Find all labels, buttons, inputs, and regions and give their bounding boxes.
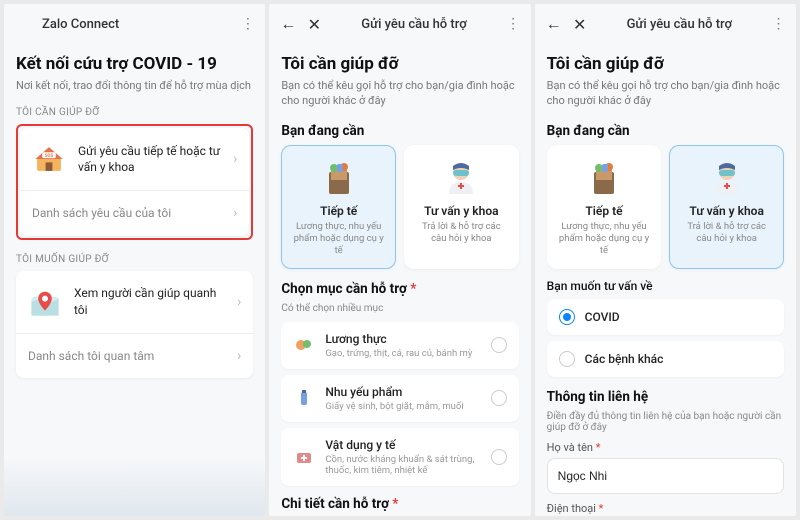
option-supply[interactable]: Tiếp tế Lương thực, nhu yếu phẩm hoặc dụ… — [281, 145, 396, 269]
food-icon — [293, 334, 315, 356]
item-desc: Gạo, trứng, thịt, cá, rau củ, bánh mỳ — [325, 348, 480, 359]
more-icon[interactable]: ⋮ — [239, 16, 255, 32]
page-subtitle: Nơi kết nối, trao đổi thông tin để hỗ tr… — [16, 78, 253, 93]
topbar: Zalo Connect ⋮ — [4, 4, 265, 44]
opt1-title: Tiếp tế — [554, 204, 655, 218]
radio-label: COVID — [585, 310, 772, 324]
my-requests-label: Danh sách yêu cầu của tôi — [32, 205, 221, 221]
option-medical[interactable]: Tư vấn y khoa Trả lời & hỗ trợ các câu h… — [669, 145, 784, 269]
checkbox[interactable] — [491, 337, 507, 353]
sub: Bạn có thể kêu gọi hỗ trợ cho bạn/gia đì… — [281, 78, 518, 109]
item-name: Nhu yếu phẩm — [325, 385, 480, 399]
bottle-icon — [293, 387, 315, 409]
more-icon[interactable]: ⋮ — [770, 16, 786, 32]
highlight-box: SOS Gửi yêu cầu tiếp tế hoặc tư vấn y kh… — [16, 124, 253, 239]
opt1-title: Tiếp tế — [288, 204, 389, 218]
chevron-right-icon: › — [233, 151, 237, 167]
item-name: Vật dụng y tế — [325, 438, 480, 452]
my-requests-row[interactable]: Danh sách yêu cầu của tôi › — [20, 190, 249, 235]
back-icon[interactable]: ← — [545, 15, 563, 33]
chevron-right-icon: › — [237, 294, 241, 310]
need-help-card: SOS Gửi yêu cầu tiếp tế hoặc tư vấn y kh… — [20, 128, 249, 235]
content: Kết nối cứu trợ COVID - 19 Nơi kết nối, … — [4, 44, 265, 516]
item-name: Lương thực — [325, 332, 480, 346]
app-title: Zalo Connect — [14, 17, 231, 32]
topbar: ← ✕ Gửi yêu cầu hỗ trợ ⋮ — [535, 4, 796, 44]
radio-icon[interactable] — [559, 351, 575, 367]
opt2-title: Tư vấn y khoa — [411, 204, 512, 218]
chevron-right-icon: › — [237, 348, 241, 364]
select-sub: Có thể chọn nhiều mục — [281, 303, 518, 314]
give-help-card: Xem người cần giúp quanh tôi › Danh sách… — [16, 271, 253, 378]
checkbox[interactable] — [491, 390, 507, 406]
checkbox[interactable] — [491, 449, 507, 465]
name-label: Họ và tên — [547, 441, 784, 454]
item-essentials[interactable]: Nhu yếu phẩm Giấy vệ sinh, bột giặt, mắm… — [281, 375, 518, 422]
contact-sub: Điền đầy đủ thông tin liên hệ của bạn ho… — [547, 411, 784, 433]
doctor-icon — [707, 158, 747, 198]
screen-title: Gửi yêu cầu hỗ trợ — [597, 17, 762, 32]
screen-request-supply: ← ✕ Gửi yêu cầu hỗ trợ ⋮ Tôi cần giúp đỡ… — [269, 4, 530, 516]
opt2-desc: Trả lời & hỗ trợ các câu hỏi y khoa — [676, 221, 777, 246]
needing-heading: Bạn đang cần — [281, 123, 518, 139]
opt2-desc: Trả lời & hỗ trợ các câu hỏi y khoa — [411, 221, 512, 246]
topbar: ← ✕ Gửi yêu cầu hỗ trợ ⋮ — [269, 4, 530, 44]
screen-zalo-connect: Zalo Connect ⋮ Kết nối cứu trợ COVID - 1… — [4, 4, 265, 516]
sos-house-icon: SOS — [32, 142, 66, 176]
needing-heading: Bạn đang cần — [547, 123, 784, 139]
contact-heading: Thông tin liên hệ — [547, 389, 784, 405]
name-input[interactable] — [547, 458, 784, 494]
svg-text:SOS: SOS — [45, 154, 54, 159]
send-request-row[interactable]: SOS Gửi yêu cầu tiếp tế hoặc tư vấn y kh… — [20, 128, 249, 190]
watchlist-row[interactable]: Danh sách tôi quan tâm › — [16, 333, 253, 378]
view-nearby-row[interactable]: Xem người cần giúp quanh tôi › — [16, 271, 253, 333]
doctor-icon — [441, 158, 481, 198]
close-icon[interactable]: ✕ — [571, 15, 589, 33]
item-medical-supplies[interactable]: Vật dụng y tế Cồn, nước kháng khuẩn & sá… — [281, 428, 518, 486]
phone-label: Điện thoại — [547, 502, 784, 515]
topic-heading: Bạn muốn tư vấn về — [547, 279, 784, 293]
content: Tôi cần giúp đỡ Bạn có thể kêu gọi hỗ tr… — [269, 44, 530, 516]
map-pin-icon — [28, 285, 62, 319]
opt2-title: Tư vấn y khoa — [676, 204, 777, 218]
screen-request-medical: ← ✕ Gửi yêu cầu hỗ trợ ⋮ Tôi cần giúp đỡ… — [535, 4, 796, 516]
close-icon[interactable]: ✕ — [305, 15, 323, 33]
option-supply[interactable]: Tiếp tế Lương thực, nhu yếu phẩm hoặc dụ… — [547, 145, 662, 269]
watchlist-label: Danh sách tôi quan tâm — [28, 348, 225, 364]
heading: Tôi cần giúp đỡ — [281, 54, 518, 74]
opt1-desc: Lương thực, nhu yếu phẩm hoặc dụng cụ y … — [288, 221, 389, 258]
option-cards: Tiếp tế Lương thực, nhu yếu phẩm hoặc dụ… — [281, 145, 518, 269]
chevron-right-icon: › — [233, 205, 237, 221]
radio-label: Các bệnh khác — [585, 352, 772, 366]
heading: Tôi cần giúp đỡ — [547, 54, 784, 74]
give-help-label: TÔI MUỐN GIÚP ĐỠ — [16, 254, 253, 265]
item-desc: Cồn, nước kháng khuẩn & sát trùng, thuốc… — [325, 454, 480, 476]
grocery-bag-icon — [584, 158, 624, 198]
content: Tôi cần giúp đỡ Bạn có thể kêu gọi hỗ tr… — [535, 44, 796, 516]
view-nearby-label: Xem người cần giúp quanh tôi — [74, 285, 225, 317]
select-heading: Chọn mục cần hỗ trợ — [281, 281, 518, 297]
item-desc: Giấy vệ sinh, bột giặt, mắm, muối — [325, 401, 480, 412]
radio-other[interactable]: Các bệnh khác — [547, 341, 784, 377]
grocery-bag-icon — [319, 158, 359, 198]
option-cards: Tiếp tế Lương thực, nhu yếu phẩm hoặc dụ… — [547, 145, 784, 269]
send-request-label: Gửi yêu cầu tiếp tế hoặc tư vấn y khoa — [78, 143, 221, 175]
medkit-icon — [293, 446, 315, 468]
back-icon[interactable]: ← — [279, 15, 297, 33]
screen-title: Gửi yêu cầu hỗ trợ — [331, 17, 496, 32]
detail-heading: Chi tiết cần hỗ trợ — [281, 496, 518, 512]
radio-icon[interactable] — [559, 309, 575, 325]
page-heading: Kết nối cứu trợ COVID - 19 — [16, 54, 253, 74]
radio-covid[interactable]: COVID — [547, 299, 784, 335]
option-medical[interactable]: Tư vấn y khoa Trả lời & hỗ trợ các câu h… — [404, 145, 519, 269]
more-icon[interactable]: ⋮ — [505, 16, 521, 32]
need-help-label: TÔI CẦN GIÚP ĐỠ — [16, 107, 253, 118]
item-food[interactable]: Lương thực Gạo, trứng, thịt, cá, rau củ,… — [281, 322, 518, 369]
sub: Bạn có thể kêu gọi hỗ trợ cho bạn/gia đì… — [547, 78, 784, 109]
opt1-desc: Lương thực, nhu yếu phẩm hoặc dụng cụ y … — [554, 221, 655, 258]
